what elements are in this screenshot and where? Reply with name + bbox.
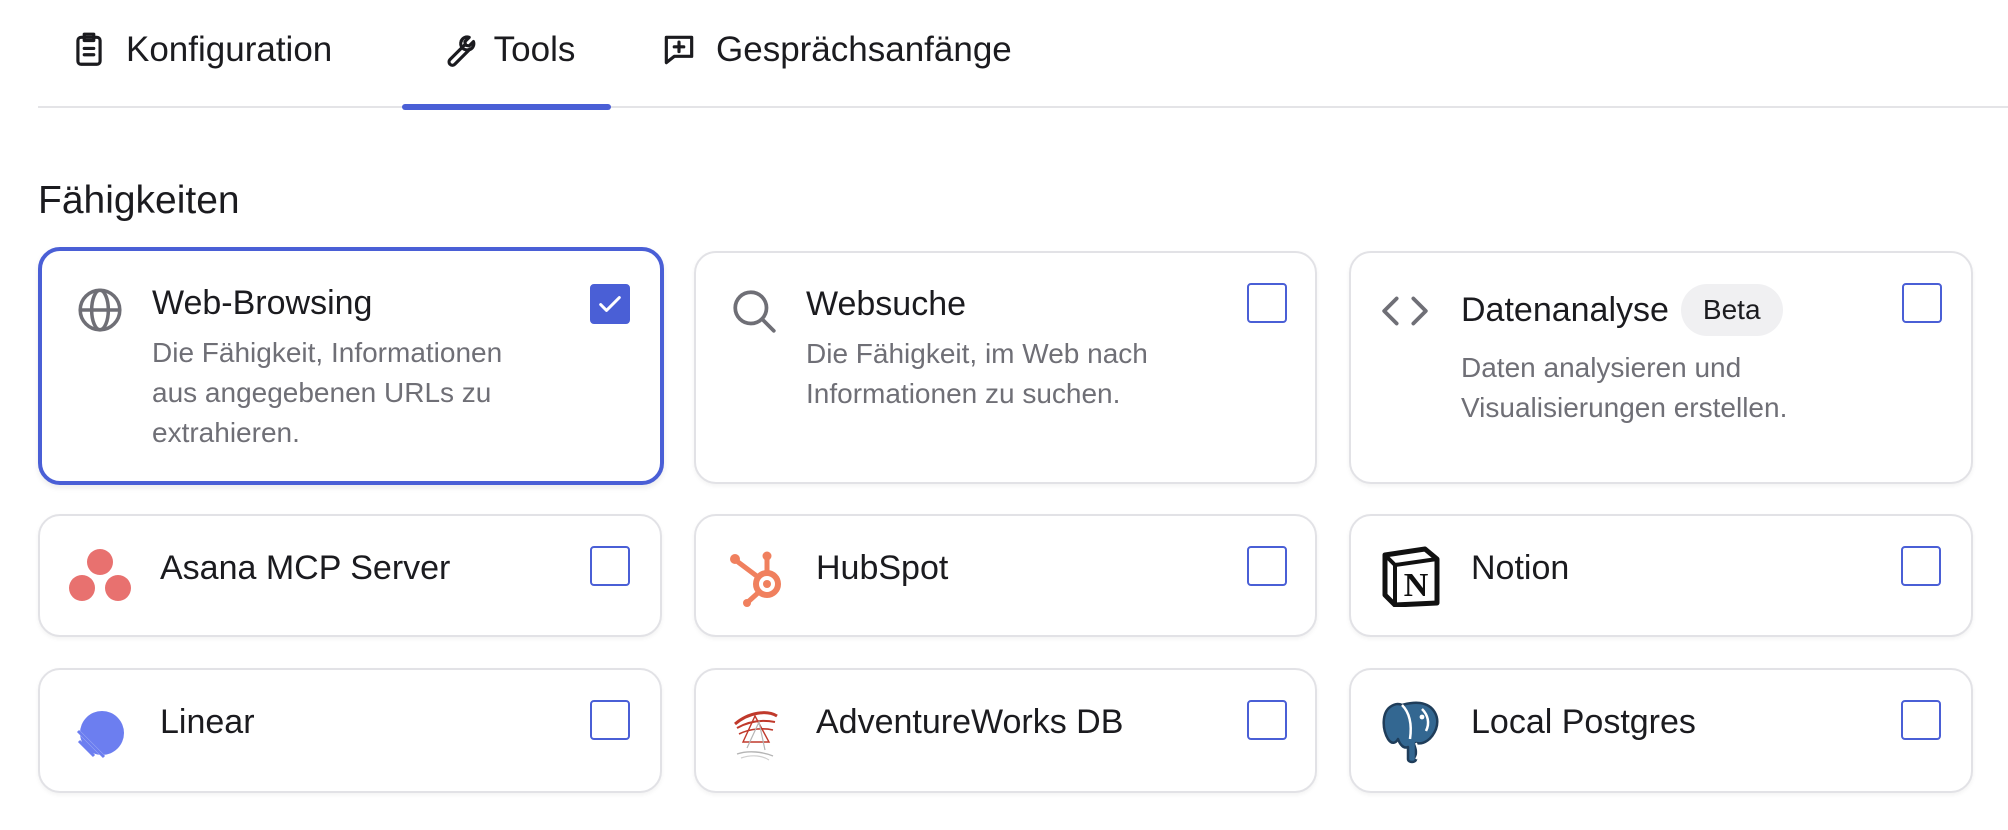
- notion-logo-icon: N: [1379, 544, 1443, 608]
- message-plus-icon: [660, 31, 698, 69]
- card-title: Web-Browsing: [152, 284, 373, 322]
- globe-icon: [74, 284, 126, 336]
- tool-card-local-postgres[interactable]: Local Postgres: [1349, 668, 1973, 793]
- card-title: Datenanalyse: [1461, 290, 1669, 329]
- tab-gespraechsanfaenge[interactable]: Gesprächsanfänge: [660, 0, 1012, 108]
- linear-checkbox[interactable]: [590, 700, 630, 740]
- tool-card-notion[interactable]: N Notion: [1349, 514, 1973, 637]
- card-title: Local Postgres: [1471, 703, 1696, 741]
- sql-server-logo-icon: [726, 700, 786, 764]
- hubspot-logo-icon: [726, 544, 790, 608]
- svg-text:N: N: [1404, 567, 1429, 604]
- card-title: AdventureWorks DB: [816, 703, 1124, 741]
- clipboard-icon: [70, 31, 108, 69]
- tool-card-asana-mcp-server[interactable]: Asana MCP Server: [38, 514, 662, 637]
- adventureworks-db-checkbox[interactable]: [1247, 700, 1287, 740]
- section-title: Fähigkeiten: [38, 179, 240, 222]
- tab-label: Gesprächsanfänge: [716, 30, 1012, 69]
- tab-konfiguration[interactable]: Konfiguration: [70, 0, 332, 108]
- card-description: Die Fähigkeit, im Web nach Informationen…: [806, 338, 1148, 409]
- web-browsing-checkbox[interactable]: [590, 284, 630, 324]
- tab-bar: Konfiguration Tools Gesprächsanfänge: [38, 0, 2008, 110]
- tool-card-hubspot[interactable]: HubSpot: [694, 514, 1317, 637]
- local-postgres-checkbox[interactable]: [1901, 700, 1941, 740]
- beta-badge: Beta: [1680, 284, 1783, 336]
- search-icon: [728, 285, 780, 337]
- card-title: Notion: [1471, 549, 1570, 587]
- asana-logo-icon: [68, 546, 132, 606]
- capability-card-datenanalyse[interactable]: Datenanalyse Beta Daten analysieren und V…: [1349, 251, 1973, 484]
- asana-mcp-server-checkbox[interactable]: [590, 546, 630, 586]
- postgres-elephant-icon: [1379, 698, 1443, 766]
- tab-tools[interactable]: Tools: [402, 0, 611, 110]
- checkmark-icon: [599, 296, 621, 312]
- websuche-checkbox[interactable]: [1247, 283, 1287, 323]
- tab-label: Konfiguration: [126, 30, 333, 69]
- card-title: Linear: [160, 703, 255, 741]
- tool-card-adventureworks-db[interactable]: AdventureWorks DB: [694, 668, 1317, 793]
- card-title: HubSpot: [816, 549, 949, 587]
- card-description: Die Fähigkeit, Informationen aus angegeb…: [152, 337, 503, 448]
- capability-card-web-browsing[interactable]: Web-Browsing Die Fähigkeit, Informatione…: [38, 247, 664, 485]
- datenanalyse-checkbox[interactable]: [1902, 283, 1942, 323]
- card-title-row: Datenanalyse Beta: [1461, 284, 1783, 338]
- card-title: Websuche: [806, 285, 967, 323]
- hubspot-checkbox[interactable]: [1247, 546, 1287, 586]
- linear-logo-icon: [70, 703, 130, 763]
- notion-checkbox[interactable]: [1901, 546, 1941, 586]
- tab-label: Tools: [493, 30, 576, 69]
- code-icon: [1379, 285, 1431, 337]
- wrench-icon: [438, 31, 476, 69]
- card-description: Daten analysieren und Visualisierungen e…: [1461, 352, 1788, 423]
- card-title: Asana MCP Server: [160, 549, 451, 587]
- capability-card-websuche[interactable]: Websuche Die Fähigkeit, im Web nach Info…: [694, 251, 1317, 484]
- tool-card-linear[interactable]: Linear: [38, 668, 662, 793]
